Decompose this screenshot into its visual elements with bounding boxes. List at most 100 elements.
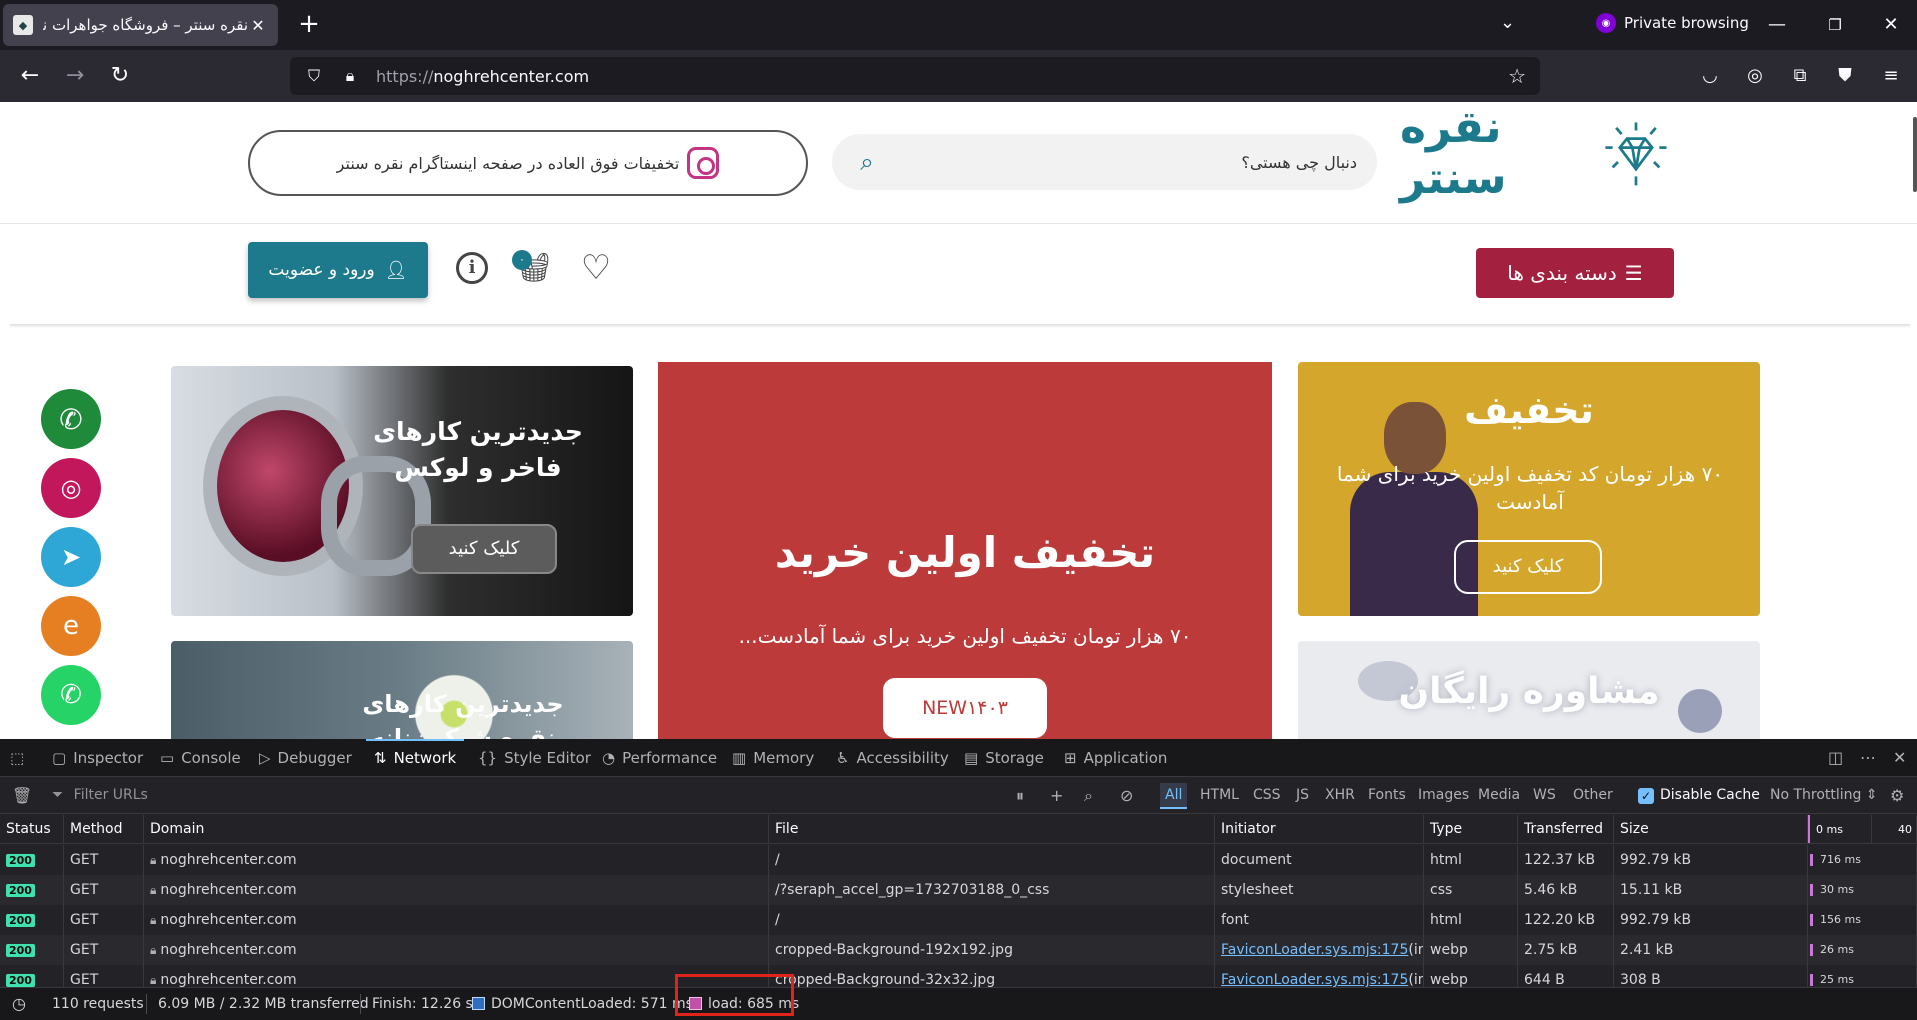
- filter-images[interactable]: Images: [1418, 787, 1469, 803]
- table-row[interactable]: 200 GET 🔒︎ noghrehcenter.com / document html 12…: [0, 845, 1917, 875]
- first-purchase-banner[interactable]: تخفیف اولین خرید ۷۰ هزار تومان تخفیف اول…: [658, 362, 1272, 739]
- devtools-menu-icon[interactable]: ⋯: [1860, 748, 1876, 767]
- table-row[interactable]: 200 GET 🔒︎ noghrehcenter.com /?seraph_accel_…: [0, 875, 1917, 905]
- instagram-promo-link[interactable]: تخفیفات فوق العاده در صفحه اینستاگرام نق…: [248, 130, 808, 196]
- minimize-button[interactable]: —: [1762, 10, 1792, 40]
- filter-js[interactable]: JS: [1296, 787, 1309, 803]
- pocket-icon[interactable]: ◡: [1697, 63, 1723, 89]
- wishlist-heart-icon[interactable]: ♡: [578, 250, 614, 286]
- dock-side-icon[interactable]: ◫: [1828, 748, 1843, 767]
- col-transferred[interactable]: Transferred: [1518, 815, 1614, 843]
- add-request-icon[interactable]: +: [1050, 786, 1063, 805]
- filter-all[interactable]: All: [1160, 783, 1188, 809]
- discount-code-button[interactable]: NEW۱۴۰۳: [883, 678, 1047, 738]
- block-icon[interactable]: ⊘: [1120, 786, 1133, 805]
- search-icon[interactable]: ⌕: [1084, 786, 1093, 806]
- eitaa-icon[interactable]: e: [41, 596, 101, 656]
- table-cell: webp: [1424, 935, 1518, 965]
- col-method[interactable]: Method: [64, 815, 144, 843]
- element-picker-icon[interactable]: ⬚: [10, 739, 31, 777]
- luxury-ring-banner[interactable]: جدیدترین کارهای فاخر و لوکس کلیک کنید: [171, 366, 633, 616]
- disable-cache-checkbox[interactable]: ✓: [1638, 788, 1654, 804]
- list-all-tabs-chevron-icon[interactable]: ⌄: [1500, 12, 1515, 33]
- tab-inspector[interactable]: ▢ Inspector: [52, 739, 143, 777]
- diamond-logo-icon: [1605, 122, 1667, 186]
- col-file[interactable]: File: [769, 815, 1215, 843]
- waterfall-duration: 156 ms: [1820, 913, 1861, 926]
- browser-tab[interactable]: ◆ نقره سنتر – فروشگاه جواهرات نقره ✕: [3, 4, 278, 46]
- discount-banner[interactable]: تخفیف ۷۰ هزار تومان کد تخفیف اولین خرید …: [1298, 362, 1760, 616]
- tracking-protection-shield-icon[interactable]: ⛉: [304, 66, 324, 86]
- filter-xhr[interactable]: XHR: [1325, 787, 1355, 803]
- close-window-button[interactable]: ✕: [1876, 10, 1906, 40]
- domain: noghrehcenter.com: [160, 852, 297, 868]
- size: 992.79 kB: [1620, 852, 1692, 868]
- filter-fonts[interactable]: Fonts: [1368, 787, 1406, 803]
- col-initiator[interactable]: Initiator: [1215, 815, 1424, 843]
- site-search-bar[interactable]: دنبال چی هستی؟ ⌕: [832, 134, 1377, 190]
- table-cell: cropped-Background-192x192.jpg: [769, 935, 1215, 965]
- free-consultation-banner[interactable]: مشاوره رایگان: [1298, 641, 1760, 739]
- page-scrollbar[interactable]: [1913, 117, 1917, 192]
- filter-css[interactable]: CSS: [1253, 787, 1281, 803]
- filter-media[interactable]: Media: [1478, 787, 1520, 803]
- clear-trash-icon[interactable]: 🗑︎: [12, 786, 32, 805]
- telegram-icon[interactable]: ➤: [41, 527, 101, 587]
- table-cell: 15.11 kB: [1614, 875, 1808, 905]
- bookmark-star-icon[interactable]: ☆: [1508, 64, 1526, 88]
- tab-console[interactable]: ▭ Console: [160, 739, 241, 777]
- tab-performance[interactable]: ◔ Performance: [602, 739, 717, 777]
- search-icon[interactable]: ⌕: [852, 147, 882, 177]
- tab-accessibility[interactable]: ♿︎ Accessibility: [836, 739, 949, 777]
- women-silver-banner[interactable]: جدیدترین کارهای نقره شیک زنانه: [171, 641, 633, 739]
- menu-bar-shadow: [10, 324, 1910, 328]
- extensions-icon[interactable]: ⧉: [1787, 63, 1813, 89]
- network-settings-gear-icon[interactable]: ⚙: [1890, 786, 1904, 805]
- account-icon[interactable]: ◎: [1742, 63, 1768, 89]
- ublock-shield-icon[interactable]: ⛊: [1832, 63, 1858, 89]
- restore-button[interactable]: ❐: [1820, 10, 1850, 40]
- info-icon[interactable]: i: [456, 252, 488, 284]
- categories-button[interactable]: ☰ دسته بندی ها: [1476, 248, 1674, 298]
- close-tab-icon[interactable]: ✕: [248, 16, 268, 35]
- site-logo[interactable]: نقره سنتر: [1400, 102, 1672, 204]
- filter-other[interactable]: Other: [1573, 787, 1613, 803]
- app-menu-icon[interactable]: ≡: [1878, 63, 1904, 89]
- instagram-social-icon[interactable]: ◎: [41, 458, 101, 518]
- filter-urls-input[interactable]: ⏷ Filter URLs: [52, 787, 148, 803]
- table-row[interactable]: 200 GET 🔒︎ noghrehcenter.com cropped-Backgro…: [0, 935, 1917, 965]
- discount-banner-button[interactable]: کلیک کنید: [1454, 540, 1602, 594]
- initiator-link[interactable]: FaviconLoader.sys.mjs:175: [1221, 942, 1408, 958]
- whatsapp-icon[interactable]: ✆: [41, 665, 101, 725]
- filter-html[interactable]: HTML: [1200, 787, 1239, 803]
- reload-button[interactable]: ↻: [104, 60, 136, 92]
- tab-application[interactable]: ⊞ Application: [1064, 739, 1167, 777]
- table-cell: 🔒︎ noghrehcenter.com: [144, 875, 769, 905]
- forward-button[interactable]: →: [59, 60, 91, 92]
- tab-memory[interactable]: ▥ Memory: [732, 739, 814, 777]
- phone-icon[interactable]: ✆: [41, 389, 101, 449]
- performance-analysis-icon[interactable]: ◷: [12, 994, 26, 1013]
- tab-network[interactable]: ⇅ Network: [365, 739, 465, 777]
- tab-storage[interactable]: ▤ Storage: [964, 739, 1044, 777]
- col-type[interactable]: Type: [1424, 815, 1518, 843]
- tab-style-editor[interactable]: {} Style Editor: [478, 739, 591, 777]
- logo-text: نقره سنتر: [1400, 102, 1508, 204]
- col-status[interactable]: Status: [0, 815, 64, 843]
- throttling-select[interactable]: No Throttling ⇕: [1770, 787, 1878, 803]
- url-bar[interactable]: ⛉ 🔒︎ https:// noghrehcenter.com ☆: [290, 57, 1540, 95]
- back-button[interactable]: ←: [14, 60, 46, 92]
- pause-icon[interactable]: ⏸: [1016, 786, 1024, 806]
- lock-icon[interactable]: 🔒︎: [340, 66, 360, 86]
- ring-banner-button[interactable]: کلیک کنید: [411, 524, 557, 574]
- col-domain[interactable]: Domain: [144, 815, 769, 843]
- tab-debugger[interactable]: ▷ Debugger: [259, 739, 352, 777]
- col-size[interactable]: Size: [1614, 815, 1808, 843]
- filter-ws[interactable]: WS: [1533, 787, 1556, 803]
- initiator-link[interactable]: FaviconLoader.sys.mjs:175: [1221, 972, 1408, 988]
- table-row[interactable]: 200 GET 🔒︎ noghrehcenter.com / font html 122.20…: [0, 905, 1917, 935]
- login-register-button[interactable]: 👤︎ ورود و عضویت: [248, 242, 428, 298]
- new-tab-button[interactable]: +: [292, 8, 326, 42]
- lock-icon: 🔒︎: [150, 912, 157, 927]
- close-devtools-icon[interactable]: ✕: [1893, 748, 1906, 767]
